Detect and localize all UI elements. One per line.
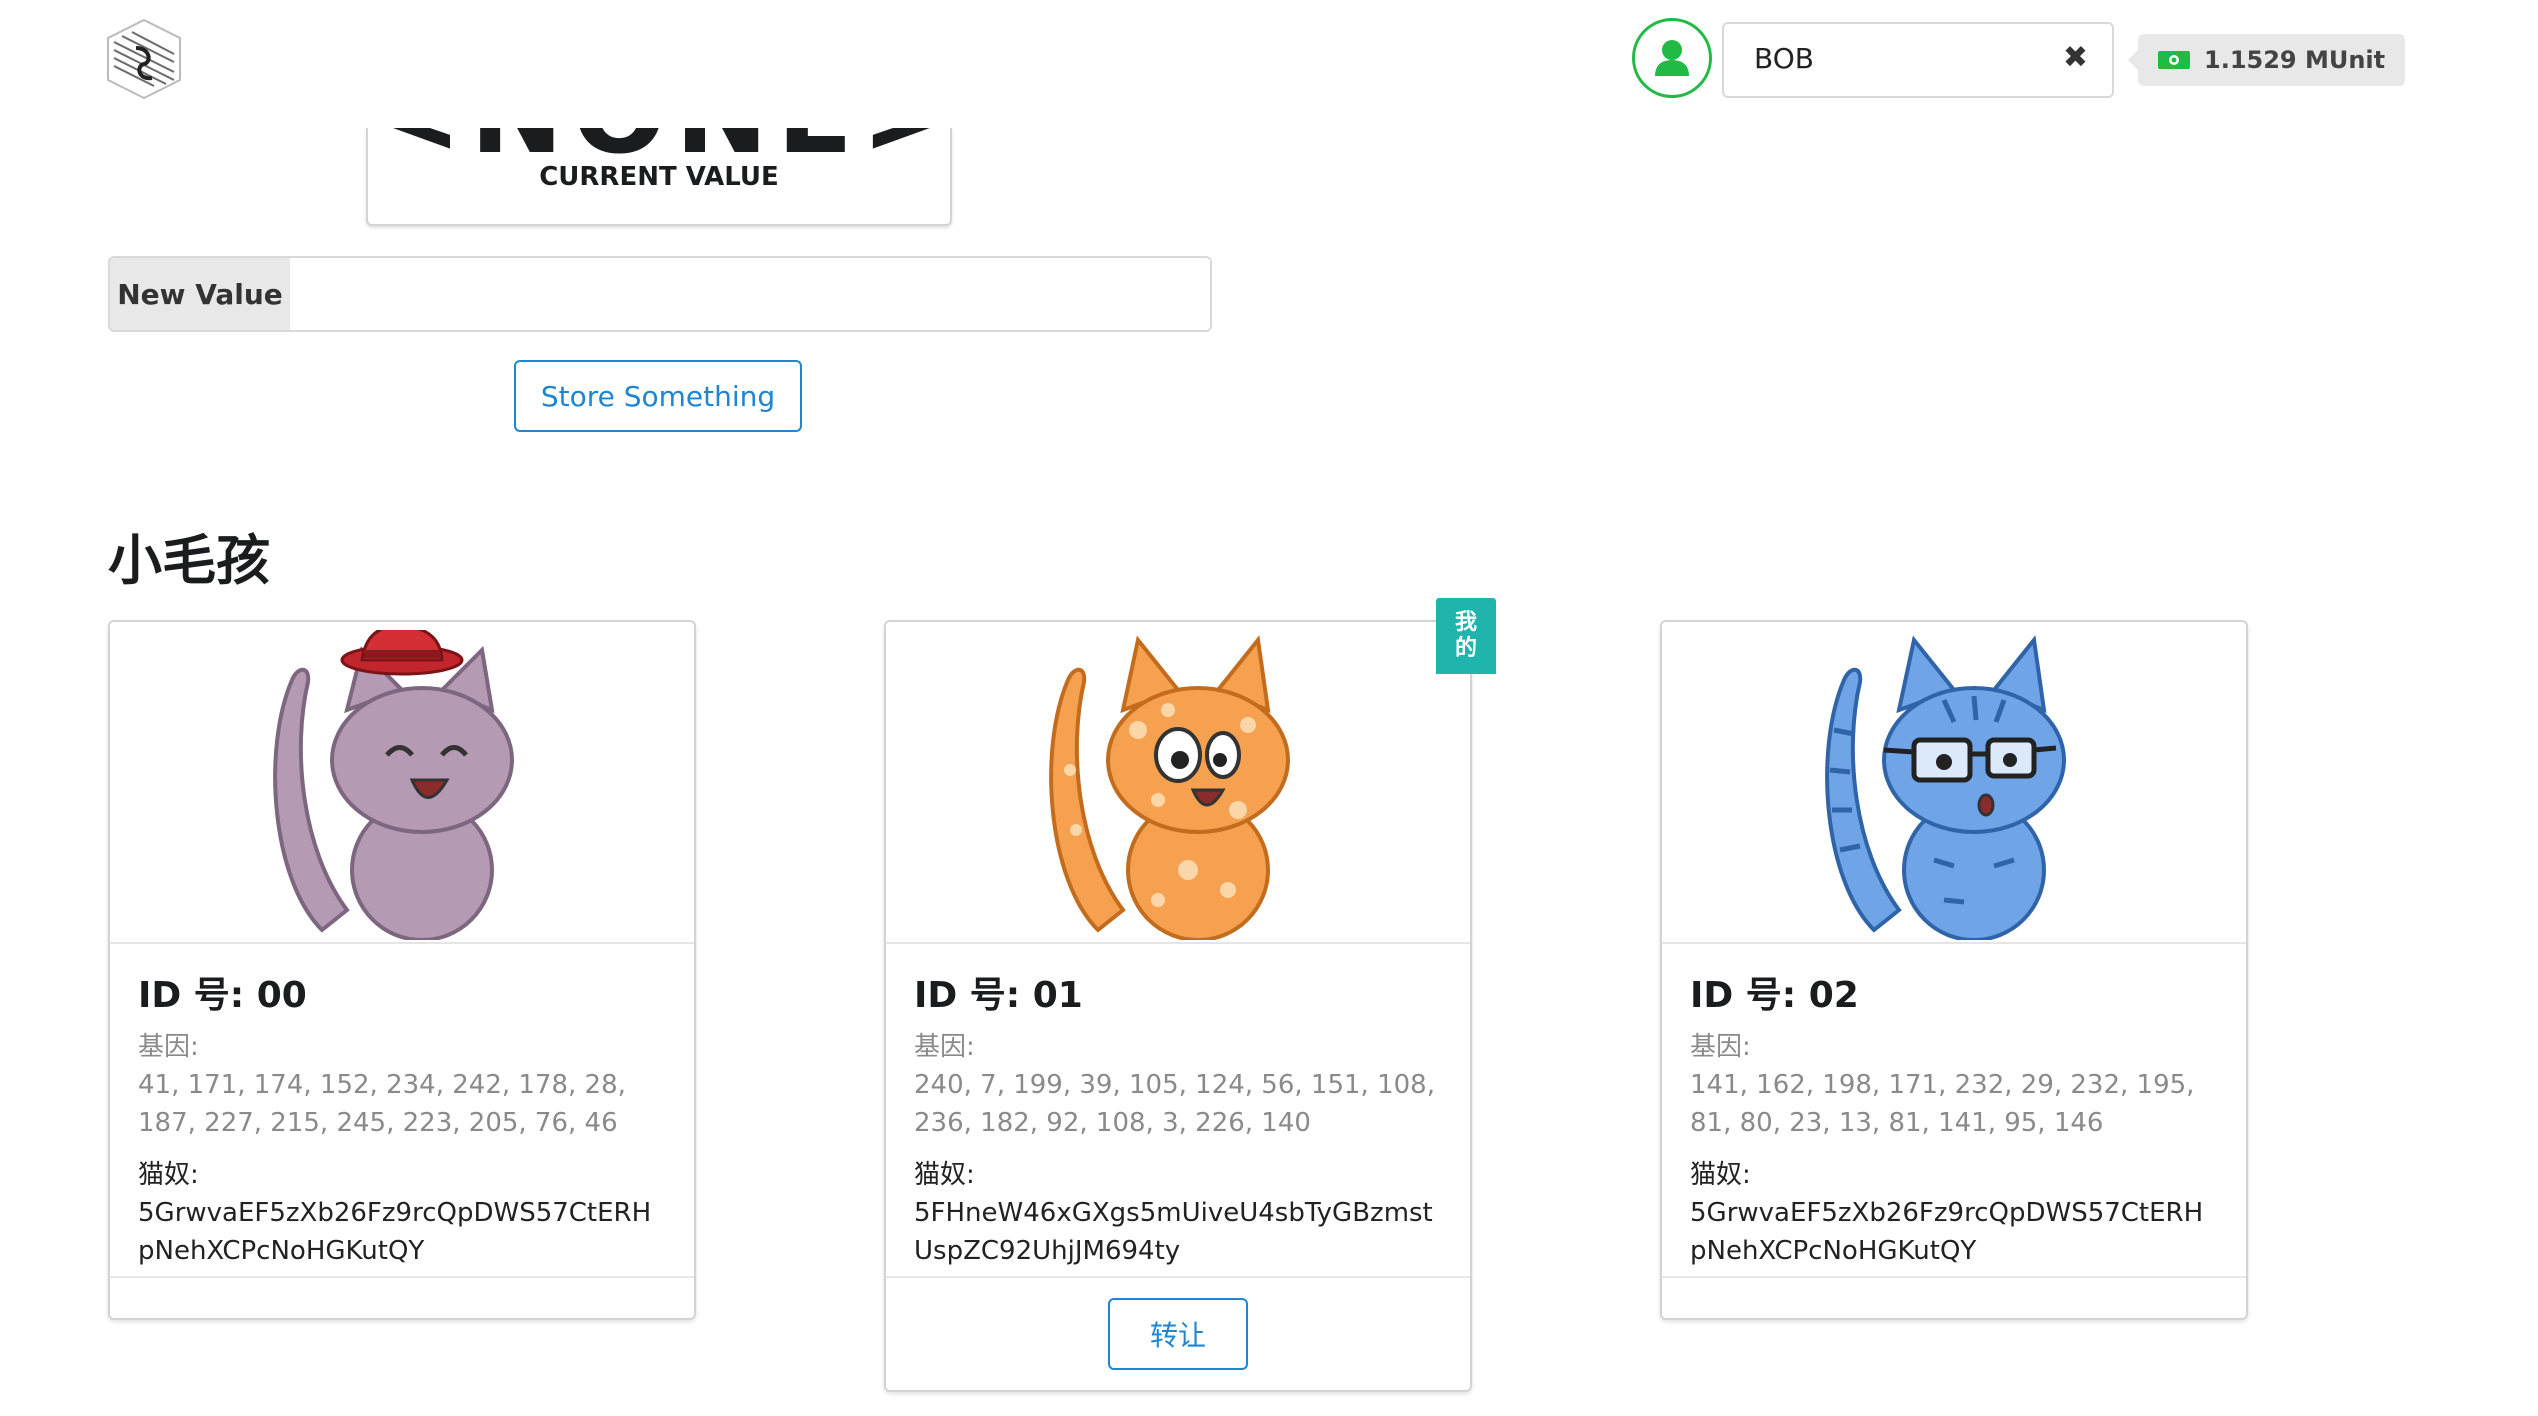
owner-label: 猫奴: bbox=[1690, 1160, 1751, 1190]
new-value-field: New Value bbox=[108, 256, 1212, 332]
card-extra bbox=[1662, 1276, 2246, 1318]
card-extra bbox=[110, 1276, 694, 1318]
owner-address: 5GrwvaEF5zXb26Fz9rcQpDWS57CtERHpNehXCPcN… bbox=[1690, 1198, 2204, 1266]
current-value-card: <NONE> CURRENT VALUE bbox=[366, 128, 952, 226]
new-value-label: New Value bbox=[110, 258, 290, 330]
mine-badge-char-1: 我 bbox=[1454, 610, 1477, 635]
logo-icon[interactable] bbox=[106, 18, 182, 100]
dna-value: 240, 7, 199, 39, 105, 124, 56, 151, 108,… bbox=[914, 1070, 1435, 1138]
kitty-image bbox=[110, 622, 694, 944]
dna-value: 41, 171, 174, 152, 234, 242, 178, 28, 18… bbox=[138, 1070, 626, 1138]
kitty-card-00: ID 号: 00 基因: 41, 171, 174, 152, 234, 242… bbox=[108, 620, 696, 1320]
close-icon[interactable]: ✖ bbox=[2063, 40, 2088, 75]
balance-value: 1.1529 MUnit bbox=[2204, 46, 2386, 74]
owner-label: 猫奴: bbox=[138, 1160, 199, 1190]
kitty-image bbox=[886, 622, 1470, 944]
kitty-id: ID 号: 01 bbox=[914, 975, 1083, 1016]
new-value-input[interactable] bbox=[290, 258, 1210, 330]
store-something-button[interactable]: Store Something bbox=[514, 360, 802, 432]
kitty-card-01: ID 号: 01 基因: 240, 7, 199, 39, 105, 124, … bbox=[884, 620, 1472, 1392]
mine-badge: 我 的 bbox=[1436, 598, 1496, 674]
account-name: BOB bbox=[1754, 42, 1814, 75]
money-icon bbox=[2158, 51, 2190, 69]
owner-label: 猫奴: bbox=[914, 1160, 975, 1190]
balance-badge: 1.1529 MUnit bbox=[2127, 34, 2406, 86]
kitty-card-02: ID 号: 02 基因: 141, 162, 198, 171, 232, 29… bbox=[1660, 620, 2248, 1320]
transfer-button[interactable]: 转让 bbox=[1108, 1298, 1248, 1370]
owner-address: 5GrwvaEF5zXb26Fz9rcQpDWS57CtERHpNehXCPcN… bbox=[138, 1198, 652, 1266]
mine-badge-char-2: 的 bbox=[1454, 636, 1477, 661]
kitty-image bbox=[1662, 622, 2246, 944]
dna-label: 基因: bbox=[914, 1032, 975, 1062]
account-selector[interactable]: BOB ✖ bbox=[1722, 22, 2114, 98]
dna-label: 基因: bbox=[1690, 1032, 1751, 1062]
card-extra: 转让 bbox=[886, 1276, 1470, 1370]
dna-value: 141, 162, 198, 171, 232, 29, 232, 195, 8… bbox=[1690, 1070, 2195, 1138]
user-icon bbox=[1655, 40, 1689, 76]
owner-address: 5FHneW46xGXgs5mUiveU4sbTyGBzmstUspZC92Uh… bbox=[914, 1198, 1433, 1266]
dna-label: 基因: bbox=[138, 1032, 199, 1062]
current-value-label: CURRENT VALUE bbox=[539, 162, 779, 192]
account-avatar[interactable] bbox=[1632, 18, 1712, 98]
kitty-id: ID 号: 00 bbox=[138, 975, 307, 1016]
kitties-section-title: 小毛孩 bbox=[108, 529, 270, 592]
kitty-id: ID 号: 02 bbox=[1690, 975, 1859, 1016]
